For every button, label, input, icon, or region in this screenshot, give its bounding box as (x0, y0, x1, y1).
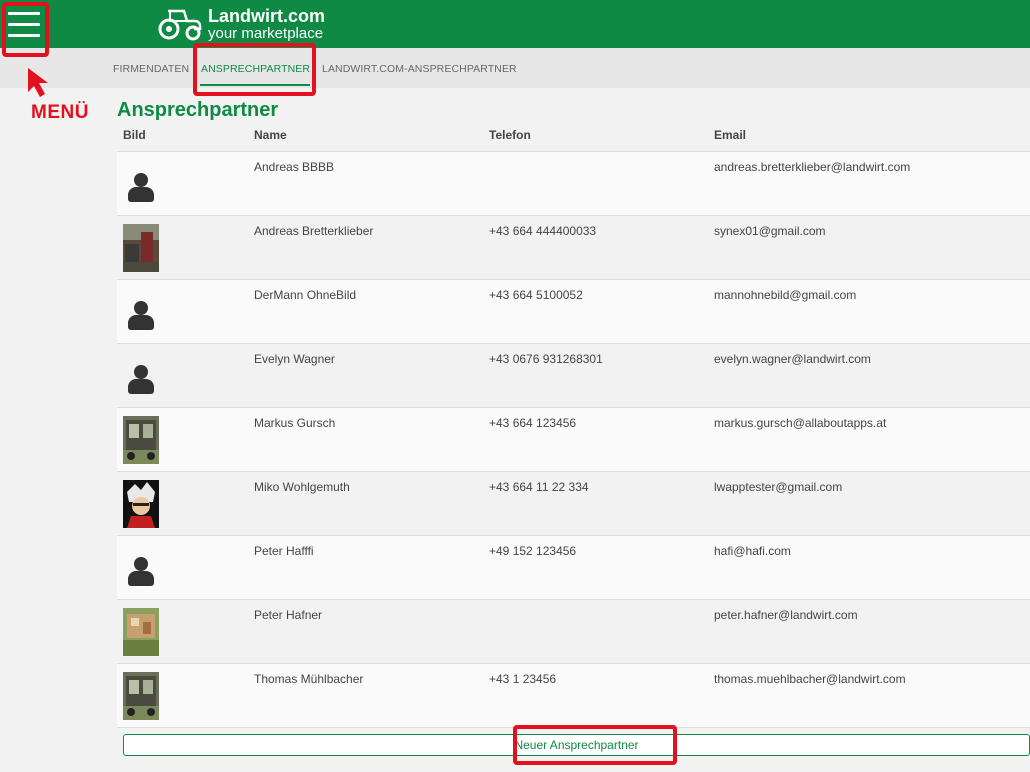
tab-landwirt-ansprechpartner[interactable]: LANDWIRT.COM-ANSPRECHPARTNER (322, 63, 517, 75)
person-icon (123, 544, 159, 592)
table-row[interactable]: Miko Wohlgemuth +43 664 11 22 334 lwappt… (117, 472, 1030, 536)
contact-email: markus.gursch@allaboutapps.at (714, 416, 887, 430)
tab-firmendaten[interactable]: FIRMENDATEN (113, 63, 189, 75)
contact-photo (123, 224, 159, 272)
contact-phone: +43 664 5100052 (489, 288, 583, 302)
column-header-name: Name (254, 128, 287, 142)
contact-name: Andreas BBBB (254, 160, 335, 174)
contact-name: Evelyn Wagner (254, 352, 335, 366)
table-header: Bild Name Telefon Email (117, 128, 1030, 152)
contact-photo (123, 672, 159, 720)
contact-name: DerMann OhneBild (254, 288, 357, 302)
contact-phone: +49 152 123456 (489, 544, 577, 558)
app-header: Landwirt.com your marketplace (0, 0, 1030, 48)
person-icon (123, 352, 159, 400)
table-row[interactable]: Thomas Mühlbacher +43 1 23456 thomas.mue… (117, 664, 1030, 728)
contact-email: synex01@gmail.com (714, 224, 826, 238)
annotation-menu-label: MENÜ (31, 102, 89, 123)
contact-name: Peter Hafner (254, 608, 323, 622)
contact-name: Andreas Bretterklieber (254, 224, 374, 238)
contact-name: Markus Gursch (254, 416, 336, 430)
contact-email: peter.hafner@landwirt.com (714, 608, 858, 622)
annotation-highlight-button (513, 725, 677, 765)
contact-photo (123, 608, 159, 656)
contact-photo (123, 416, 159, 464)
contact-email: hafi@hafi.com (714, 544, 791, 558)
contact-phone: +43 1 23456 (489, 672, 557, 686)
page-title: Ansprechpartner (117, 99, 279, 121)
tab-bar: FIRMENDATEN ANSPRECHPARTNER LANDWIRT.COM… (0, 48, 1030, 88)
table-row[interactable]: Evelyn Wagner +43 0676 931268301 evelyn.… (117, 344, 1030, 408)
table-row[interactable]: Peter Hafffi +49 152 123456 hafi@hafi.co… (117, 536, 1030, 600)
annotation-arrow-icon (28, 68, 48, 97)
column-header-telefon: Telefon (489, 128, 531, 142)
contact-phone: +43 664 11 22 334 (489, 480, 589, 494)
annotation-highlight-tab (193, 43, 316, 96)
tractor-icon (158, 9, 202, 41)
contact-name: Thomas Mühlbacher (254, 672, 364, 686)
brand-name: Landwirt.com (208, 6, 326, 26)
contact-phone: +43 664 123456 (489, 416, 577, 430)
contact-phone: +43 664 444400033 (489, 224, 597, 238)
contact-email: lwapptester@gmail.com (714, 480, 843, 494)
contact-email: thomas.muehlbacher@landwirt.com (714, 672, 906, 686)
column-header-email: Email (714, 128, 747, 142)
table-row[interactable]: DerMann OhneBild +43 664 5100052 mannohn… (117, 280, 1030, 344)
contact-name: Peter Hafffi (254, 544, 314, 558)
contact-phone: +43 0676 931268301 (489, 352, 603, 366)
contact-email: andreas.bretterklieber@landwirt.com (714, 160, 911, 174)
table-row[interactable]: Andreas BBBB andreas.bretterklieber@land… (117, 152, 1030, 216)
contact-name: Miko Wohlgemuth (254, 480, 350, 494)
table-row[interactable]: Andreas Bretterklieber +43 664 444400033… (117, 216, 1030, 280)
contact-photo (123, 480, 159, 528)
annotation-highlight-menu (2, 2, 49, 57)
main-content: Ansprechpartner Bild Name Telefon Email … (117, 96, 1030, 728)
brand-tagline: your marketplace (208, 25, 324, 42)
contact-email: evelyn.wagner@landwirt.com (714, 352, 871, 366)
table-row[interactable]: Markus Gursch +43 664 123456 markus.gurs… (117, 408, 1030, 472)
column-header-bild: Bild (123, 128, 146, 142)
person-icon (123, 160, 159, 208)
contact-email: mannohnebild@gmail.com (714, 288, 857, 302)
person-icon (123, 288, 159, 336)
brand-logo[interactable]: Landwirt.com your marketplace (156, 6, 325, 42)
table-row[interactable]: Peter Hafner peter.hafner@landwirt.com (117, 600, 1030, 664)
